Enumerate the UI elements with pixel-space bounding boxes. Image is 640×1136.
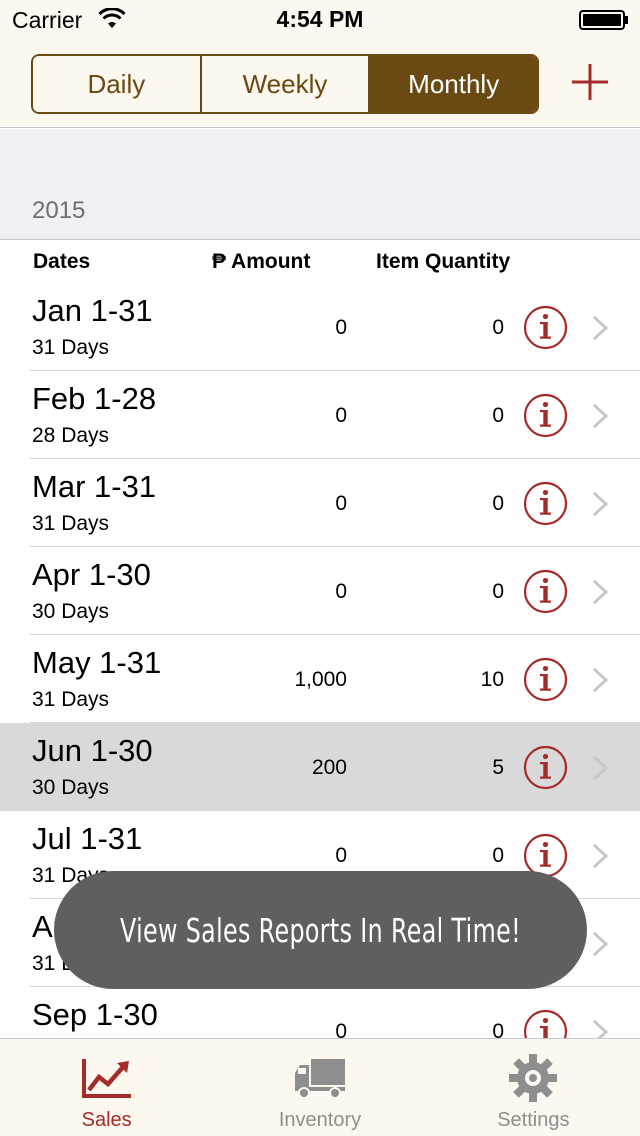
tab-settings-label: Settings <box>497 1109 570 1131</box>
add-icon[interactable] <box>570 62 610 102</box>
clock: 4:54 PM <box>276 6 364 32</box>
row-date-range: Jan 1-31 <box>32 293 153 328</box>
table-row[interactable]: May 1-31 31 Days 1,000 10 <box>0 635 640 723</box>
dates-column-header: Dates <box>33 250 91 273</box>
tab-inventory-label: Inventory <box>278 1109 362 1131</box>
row-days: 31 Days <box>32 512 110 535</box>
row-date-range: May 1-31 <box>32 645 162 680</box>
row-quantity: 0 <box>492 844 504 867</box>
info-icon[interactable] <box>523 305 568 350</box>
info-icon[interactable] <box>523 481 568 526</box>
row-quantity: 10 <box>480 668 504 691</box>
battery-icon <box>579 10 628 30</box>
row-date-range: Feb 1-28 <box>32 381 157 416</box>
year-label: 2015 <box>32 197 86 224</box>
chevron-right-icon <box>592 579 609 605</box>
tab-sales-label: Sales <box>81 1109 132 1131</box>
status-bar: Carrier 4:54 PM <box>0 0 640 40</box>
chevron-right-icon <box>592 931 609 957</box>
section-header: 2015 <box>0 129 640 240</box>
row-amount: 0 <box>335 404 347 427</box>
row-days: 30 Days <box>32 776 110 799</box>
chevron-right-icon <box>592 315 609 341</box>
column-headers: Dates ₱ Amount Item Quantity <box>0 240 640 284</box>
truck-icon <box>294 1059 345 1099</box>
quantity-column-header: Item Quantity <box>376 250 511 273</box>
row-amount: 0 <box>335 316 347 339</box>
amount-column-header: ₱ Amount <box>212 250 311 273</box>
row-amount: 1,000 <box>294 668 347 691</box>
tab-bar: Sales Inventory Settings <box>0 1038 640 1136</box>
tab-settings[interactable]: Settings <box>427 1039 640 1136</box>
segment-weekly[interactable]: Weekly <box>201 56 371 112</box>
row-amount: 0 <box>335 844 347 867</box>
chevron-right-icon <box>592 843 609 869</box>
top-bar: Carrier 4:54 PM Daily Weekly Monthly <box>0 0 640 128</box>
table-row[interactable]: Feb 1-28 28 Days 0 0 <box>0 371 640 459</box>
row-quantity: 0 <box>492 580 504 603</box>
row-quantity: 0 <box>492 492 504 515</box>
chevron-right-icon <box>592 491 609 517</box>
row-amount: 0 <box>335 492 347 515</box>
info-icon[interactable] <box>523 657 568 702</box>
chevron-right-icon <box>592 403 609 429</box>
table-row[interactable]: Jun 1-30 30 Days 200 5 <box>0 723 640 811</box>
row-quantity: 5 <box>492 756 504 779</box>
row-quantity: 0 <box>492 316 504 339</box>
row-days: 31 Days <box>32 688 110 711</box>
tab-sales[interactable]: Sales <box>0 1039 213 1136</box>
row-date-range: Sep 1-30 <box>32 997 158 1032</box>
row-amount: 0 <box>335 580 347 603</box>
row-days: 31 Days <box>32 336 110 359</box>
promo-toast: View Sales Reports In Real Time! <box>54 871 587 989</box>
info-icon[interactable] <box>523 393 568 438</box>
row-date-range: Jul 1-31 <box>32 821 143 856</box>
row-date-range: Jun 1-30 <box>32 733 153 768</box>
gear-icon <box>509 1054 558 1102</box>
row-amount: 200 <box>311 756 347 779</box>
info-icon[interactable] <box>523 569 568 614</box>
table-row[interactable]: Apr 1-30 30 Days 0 0 <box>0 547 640 635</box>
chevron-right-icon <box>592 755 609 781</box>
chevron-right-icon <box>592 667 609 693</box>
row-days: 28 Days <box>32 424 110 447</box>
table-row[interactable]: Jan 1-31 31 Days 0 0 <box>0 283 640 371</box>
row-days: 30 Days <box>32 600 110 623</box>
chart-icon <box>81 1059 131 1098</box>
row-date-range: Apr 1-30 <box>32 557 151 592</box>
info-icon[interactable] <box>523 745 568 790</box>
tab-inventory[interactable]: Inventory <box>213 1039 426 1136</box>
toast-text: View Sales Reports In Real Time! <box>119 910 522 950</box>
table-row[interactable]: Mar 1-31 31 Days 0 0 <box>0 459 640 547</box>
row-date-range: Mar 1-31 <box>32 469 157 504</box>
segment-monthly[interactable]: Monthly <box>370 56 537 112</box>
segment-daily[interactable]: Daily <box>33 56 202 112</box>
period-segmented-control: Daily Weekly Monthly <box>31 54 539 114</box>
row-quantity: 0 <box>492 404 504 427</box>
